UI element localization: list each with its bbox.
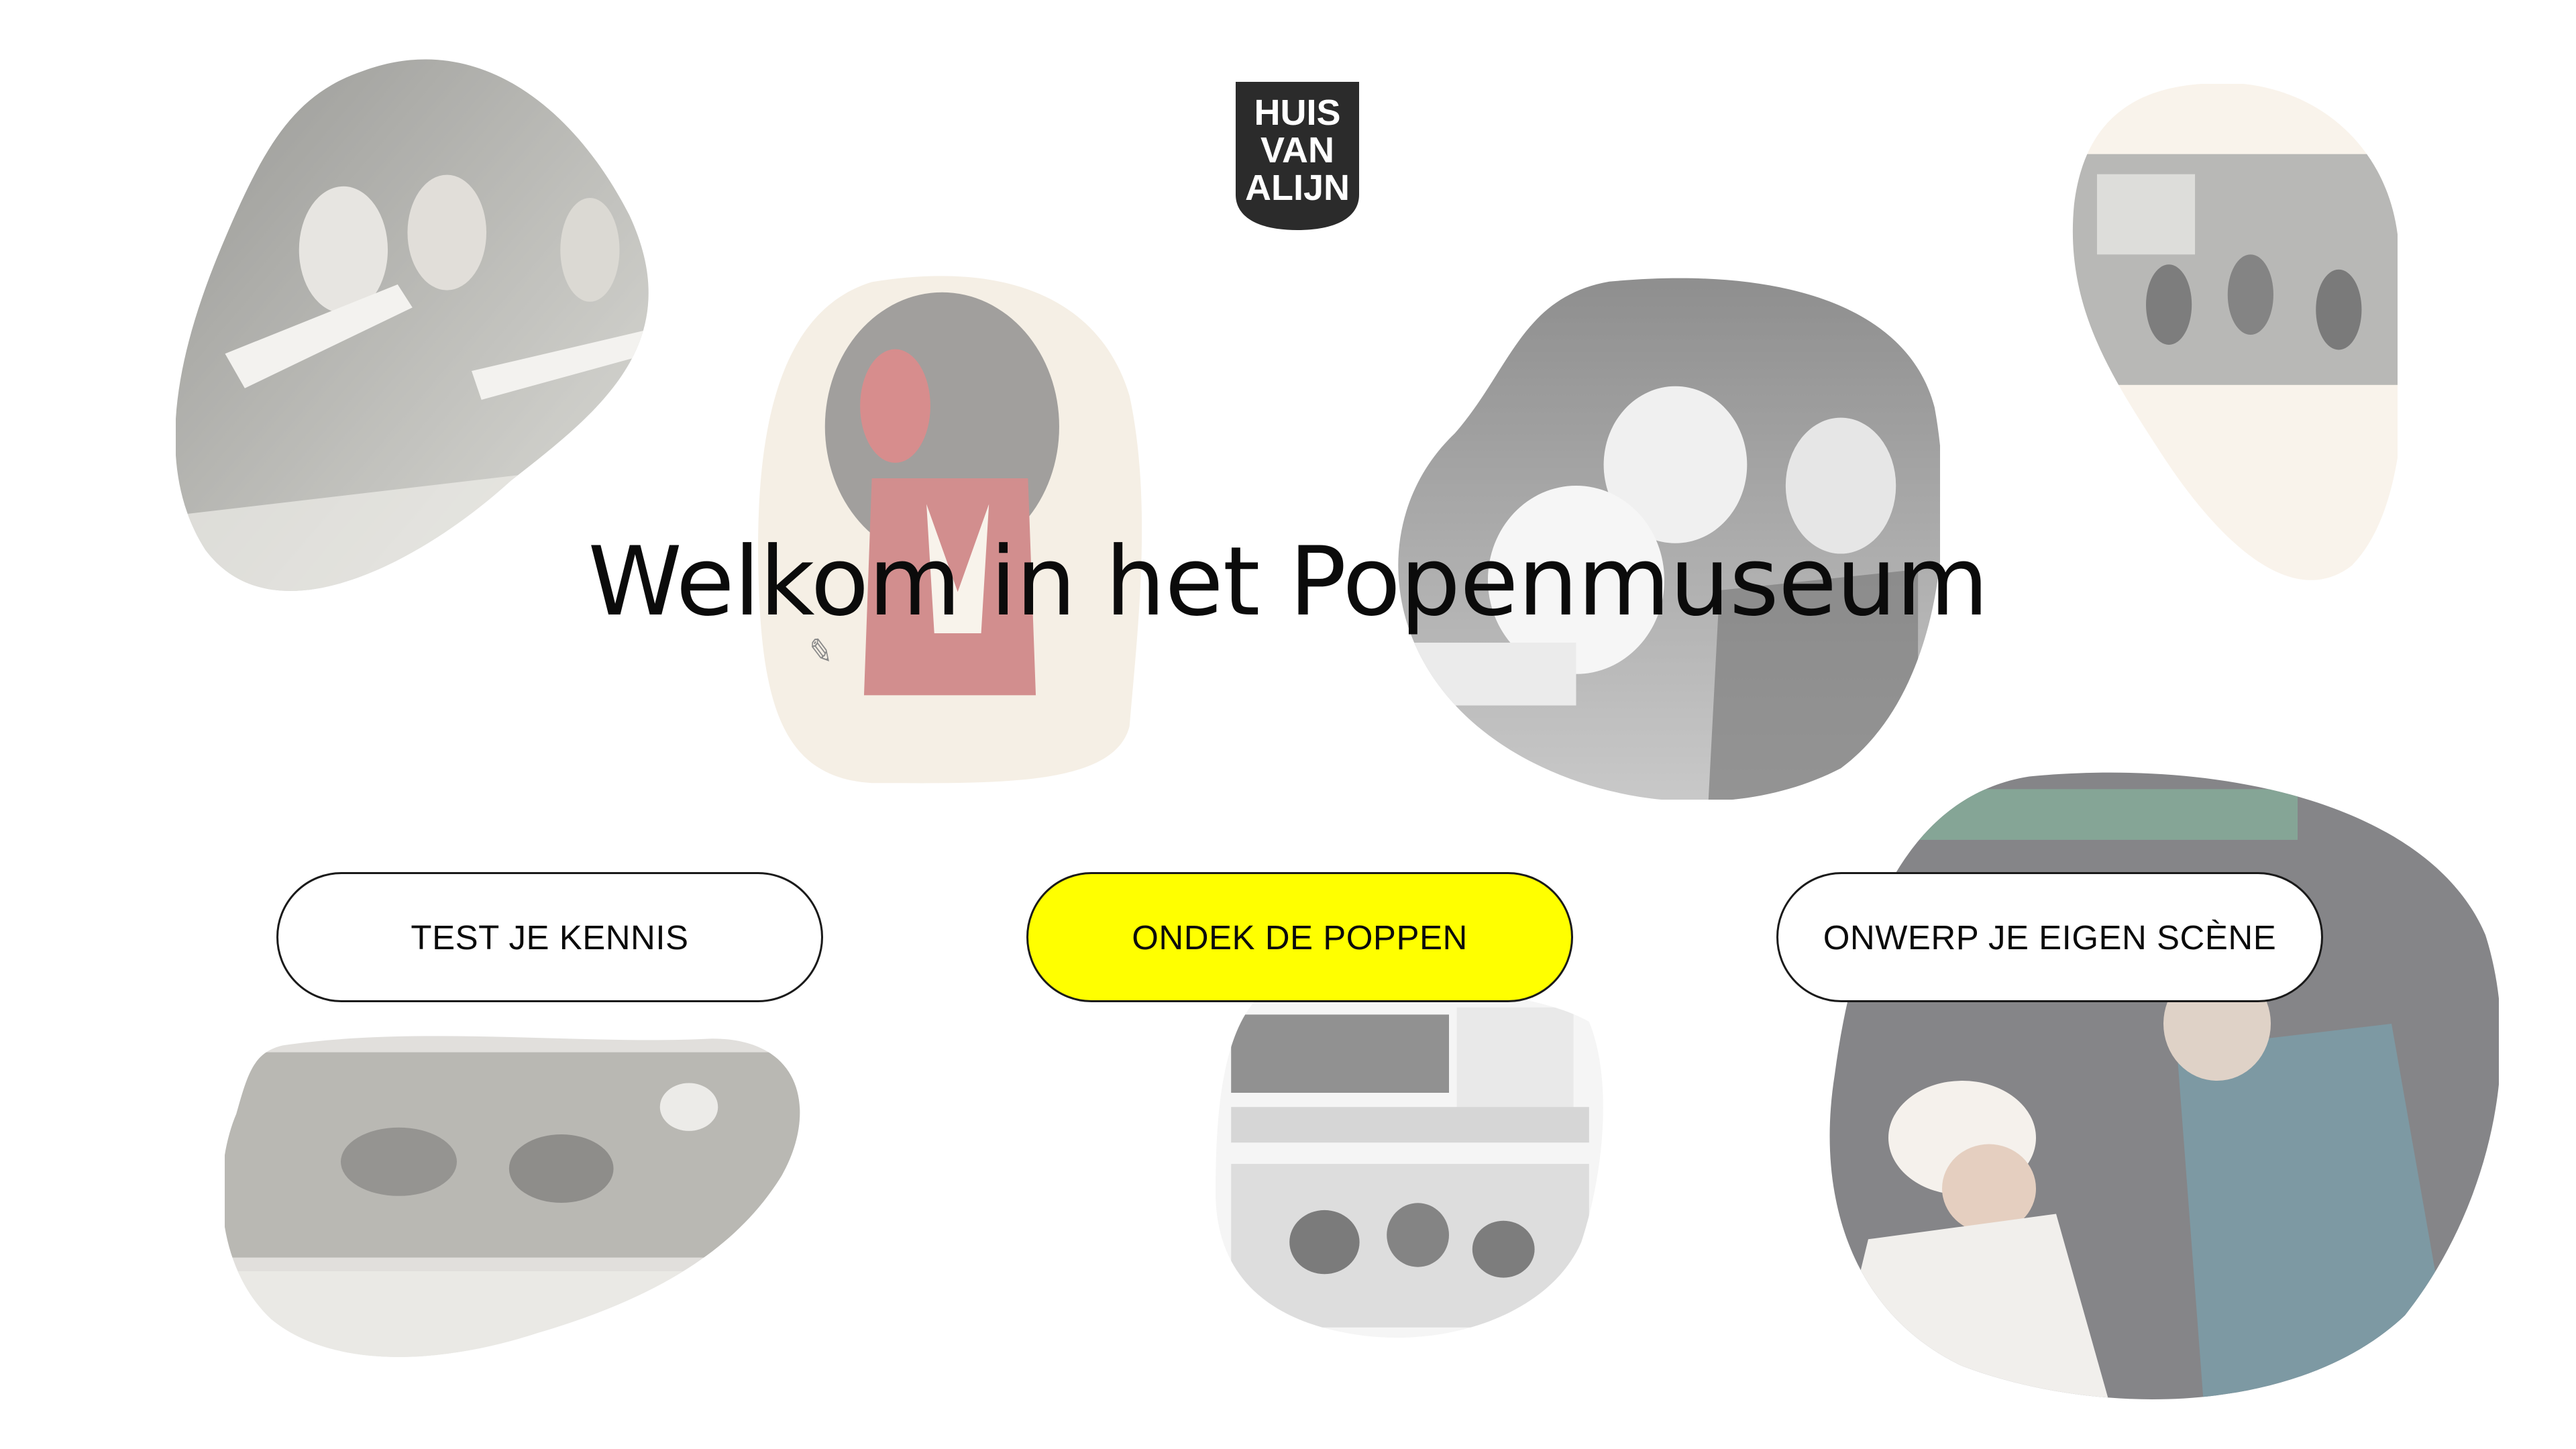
- logo-line2: VAN: [1260, 130, 1334, 170]
- chef-puppet-photo: [1828, 770, 2499, 1404]
- home-screen: ✎ HUIS VAN ALIJN Welkom in het Popenmuse…: [0, 0, 2576, 1449]
- logo-line3: ALIJN: [1245, 168, 1350, 208]
- huis-van-alijn-logo[interactable]: HUIS VAN ALIJN: [1234, 80, 1360, 231]
- design-your-scene-button[interactable]: ONWERP JE EIGEN SCÈNE: [1776, 872, 2323, 1002]
- puppet-stage-photo: [225, 1032, 805, 1374]
- svg-text:✎: ✎: [809, 632, 832, 674]
- discover-puppets-button[interactable]: ONDEK DE POPPEN: [1026, 872, 1573, 1002]
- logo-line1: HUIS: [1254, 93, 1340, 133]
- group-with-puppets-photo: [2071, 84, 2398, 586]
- test-your-knowledge-button[interactable]: TEST JE KENNIS: [276, 872, 823, 1002]
- newspaper-cartoon-clipping: [1216, 986, 1605, 1342]
- page-title: Welkom in het Popenmuseum: [588, 527, 1988, 637]
